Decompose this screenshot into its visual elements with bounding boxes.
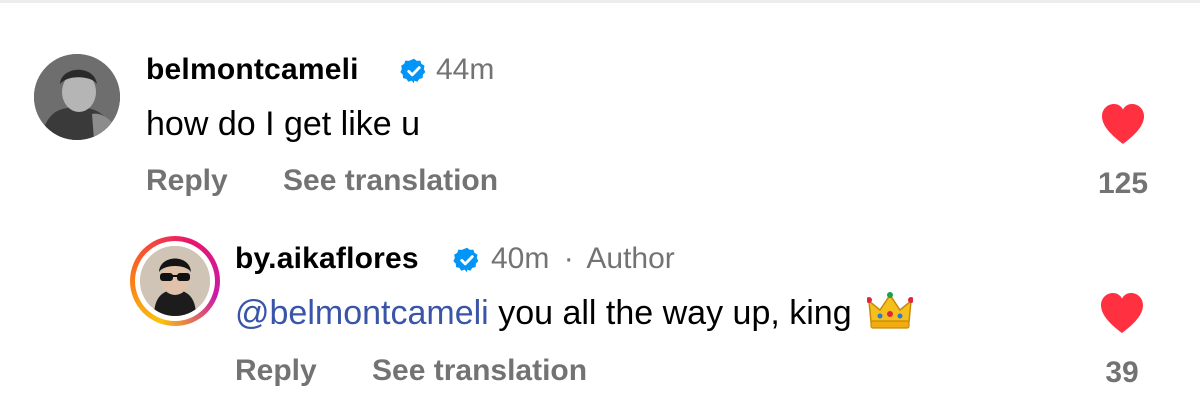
reply-timestamp: 40m · Author — [491, 241, 675, 277]
author-badge: Author — [586, 242, 675, 275]
like-heart-icon[interactable] — [1100, 103, 1146, 145]
top-divider — [0, 0, 1200, 3]
comment-username[interactable]: belmontcameli — [146, 52, 359, 88]
separator-dot: · — [563, 242, 574, 275]
mention-link[interactable]: @belmontcameli — [235, 294, 489, 332]
story-ring-avatar[interactable] — [130, 236, 220, 326]
reply-button[interactable]: Reply — [235, 353, 317, 389]
reply-text-line: @belmontcameli you all the way up, king — [235, 292, 914, 333]
like-heart-icon[interactable] — [1099, 292, 1145, 334]
like-count: 125 — [1097, 167, 1149, 200]
see-translation-button[interactable]: See translation — [372, 353, 587, 389]
avatar[interactable] — [34, 54, 120, 140]
comment-timestamp: 44m — [436, 53, 495, 86]
see-translation-button[interactable]: See translation — [283, 163, 498, 199]
like-count: 39 — [1105, 356, 1139, 389]
crown-emoji-icon — [867, 292, 914, 329]
reply-time: 40m — [491, 242, 550, 275]
reply-button[interactable]: Reply — [146, 163, 228, 199]
avatar-photo-icon — [140, 246, 210, 316]
reply-username[interactable]: by.aikaflores — [235, 241, 419, 277]
avatar-photo-icon — [34, 54, 120, 140]
verified-badge-icon — [400, 58, 426, 84]
reply-avatar — [140, 246, 210, 316]
comment-text: how do I get like u — [146, 105, 421, 143]
verified-badge-icon — [453, 247, 479, 273]
reply-text: you all the way up, king — [498, 294, 852, 332]
